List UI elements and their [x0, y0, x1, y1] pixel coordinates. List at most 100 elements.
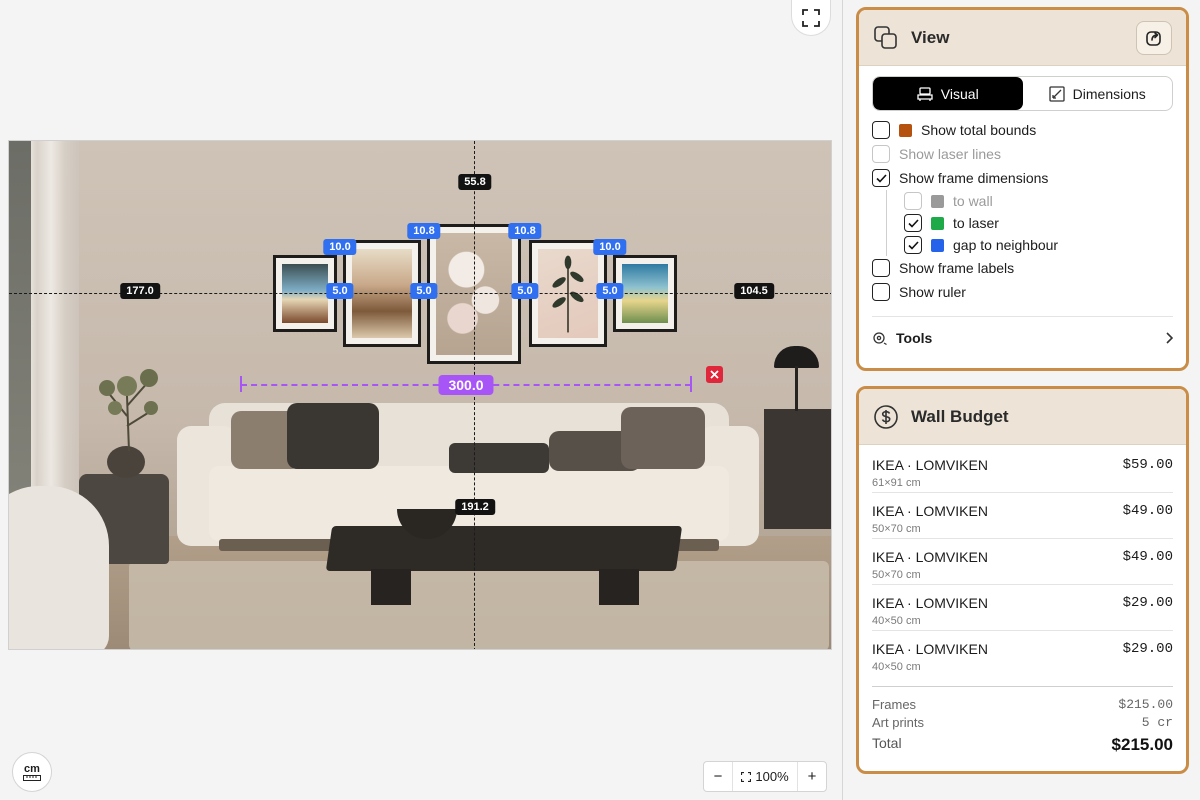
tab-visual[interactable]: Visual: [873, 77, 1023, 110]
export-button[interactable]: [1136, 20, 1172, 55]
laser-color-swatch: [931, 216, 944, 230]
list-item: IKEA · LOMVIKEN 40×50 cm $29.00: [872, 631, 1173, 677]
zoom-fit-button[interactable]: 100%: [732, 762, 798, 791]
bounds-color-swatch: [899, 123, 912, 137]
share-icon: [1146, 30, 1161, 46]
pillow: [449, 443, 549, 473]
option-to-wall[interactable]: to wall: [904, 190, 1173, 212]
view-panel-title: View: [911, 27, 950, 47]
option-total-bounds[interactable]: Show total bounds: [872, 118, 1173, 142]
tools-icon: [873, 332, 887, 346]
option-gap-neighbour[interactable]: gap to neighbour: [904, 234, 1173, 256]
checkbox-checked[interactable]: [872, 169, 890, 187]
item-price: $29.00: [1122, 641, 1173, 657]
rug: [129, 561, 829, 649]
frames-value: $215.00: [1118, 697, 1173, 712]
pillow: [621, 407, 705, 469]
item-price: $59.00: [1122, 457, 1173, 473]
zoom-out-button[interactable]: −: [704, 762, 732, 791]
option-label: Show frame dimensions: [899, 170, 1049, 186]
gap-vertical-2: 10.8: [407, 223, 441, 239]
zoom-in-button[interactable]: +: [798, 762, 826, 791]
total-label: Total: [872, 735, 902, 751]
total-value: $215.00: [1111, 735, 1173, 754]
ruler-handle-right[interactable]: [690, 376, 692, 392]
chevron-right-icon: [1166, 332, 1173, 344]
frames-label: Frames: [872, 697, 917, 712]
checkbox[interactable]: [872, 283, 890, 301]
option-ruler[interactable]: Show ruler: [872, 280, 1173, 304]
item-size: 61×91 cm: [872, 477, 921, 489]
prints-label: Art prints: [872, 715, 925, 730]
gap-horizontal-1: 5.0: [326, 283, 354, 299]
checkbox[interactable]: [872, 259, 890, 277]
prints-total-row: Art prints 5 cr: [872, 715, 1173, 733]
budget-panel-header: Wall Budget: [859, 389, 1186, 445]
ruler-icon: [23, 775, 41, 781]
pillow: [287, 403, 379, 469]
option-to-laser[interactable]: to laser: [904, 212, 1173, 234]
gap-vertical-3: 10.8: [508, 223, 542, 239]
fullscreen-icon: [802, 8, 820, 27]
budget-totals: Frames $215.00 Art prints 5 cr Total $21…: [872, 686, 1173, 755]
checkbox[interactable]: [872, 121, 890, 139]
tools-row[interactable]: Tools: [859, 317, 1186, 359]
view-mode-toggle: Visual Dimensions: [872, 76, 1173, 111]
ruler-handle-left[interactable]: [240, 376, 242, 392]
item-price: $29.00: [1122, 595, 1173, 611]
fullscreen-button[interactable]: [791, 0, 831, 36]
check-icon: [907, 240, 919, 250]
tab-dimensions-label: Dimensions: [1072, 85, 1146, 102]
checkbox-checked[interactable]: [904, 214, 922, 232]
laser-line-vertical: [474, 141, 475, 649]
option-label: Show laser lines: [899, 146, 1001, 162]
option-label: Show total bounds: [921, 122, 1037, 138]
gap-horizontal-4: 5.0: [596, 283, 624, 299]
list-item: IKEA · LOMVIKEN 40×50 cm $29.00: [872, 585, 1173, 631]
option-frame-dimensions[interactable]: Show frame dimensions: [872, 166, 1173, 190]
ruler-close-button[interactable]: [706, 366, 723, 383]
check-icon: [907, 218, 919, 228]
option-label: Show frame labels: [899, 260, 1015, 276]
tab-dimensions[interactable]: Dimensions: [1023, 77, 1173, 110]
gap-horizontal-3: 5.0: [511, 283, 539, 299]
lamp: [774, 346, 819, 368]
tab-visual-label: Visual: [940, 85, 979, 102]
ruler-length: 300.0: [438, 375, 494, 395]
option-frame-labels[interactable]: Show frame labels: [872, 256, 1173, 280]
room-photo[interactable]: 55.8 177.0 104.5 191.2 10.0 10.8 10.8 10…: [8, 140, 832, 650]
item-name: IKEA · LOMVIKEN: [872, 549, 988, 565]
unit-toggle-button[interactable]: cm: [12, 752, 52, 792]
option-label: to laser: [953, 215, 999, 231]
list-item: IKEA · LOMVIKEN 50×70 cm $49.00: [872, 539, 1173, 585]
canvas-area[interactable]: 55.8 177.0 104.5 191.2 10.0 10.8 10.8 10…: [0, 0, 843, 800]
cabinet: [764, 409, 831, 529]
item-price: $49.00: [1122, 549, 1173, 565]
checkbox[interactable]: [904, 192, 922, 210]
checkbox[interactable]: [872, 145, 890, 163]
layers-icon: [874, 25, 897, 49]
budget-panel: Wall Budget IKEA · LOMVIKEN 61×91 cm $59.…: [856, 386, 1189, 774]
option-laser-lines[interactable]: Show laser lines: [872, 142, 1173, 166]
item-name: IKEA · LOMVIKEN: [872, 457, 988, 473]
gap-vertical-4: 10.0: [593, 239, 627, 255]
item-price: $49.00: [1122, 503, 1173, 519]
view-options: Show total bounds Show laser lines Show …: [859, 111, 1186, 304]
checkbox-checked[interactable]: [904, 236, 922, 254]
fit-icon: [741, 771, 752, 782]
view-panel: View Visual Dimensions Show total bounds…: [856, 7, 1189, 371]
view-panel-header: View: [859, 10, 1186, 66]
dimension-right: 104.5: [734, 283, 774, 299]
zoom-controls: − 100% +: [703, 761, 827, 792]
item-name: IKEA · LOMVIKEN: [872, 641, 988, 657]
wall-color-swatch: [931, 194, 944, 208]
close-icon: [710, 370, 719, 379]
dimension-top: 55.8: [458, 174, 492, 190]
zoom-level: 100%: [755, 769, 789, 784]
coffee-table: [325, 526, 683, 571]
unit-label: cm: [24, 763, 40, 775]
armchair: [9, 486, 109, 649]
list-item: IKEA · LOMVIKEN 61×91 cm $59.00: [872, 447, 1173, 493]
frame-dimension-suboptions: to wall to laser gap to neighbour: [886, 190, 1173, 256]
dimensions-icon: [1049, 85, 1065, 102]
